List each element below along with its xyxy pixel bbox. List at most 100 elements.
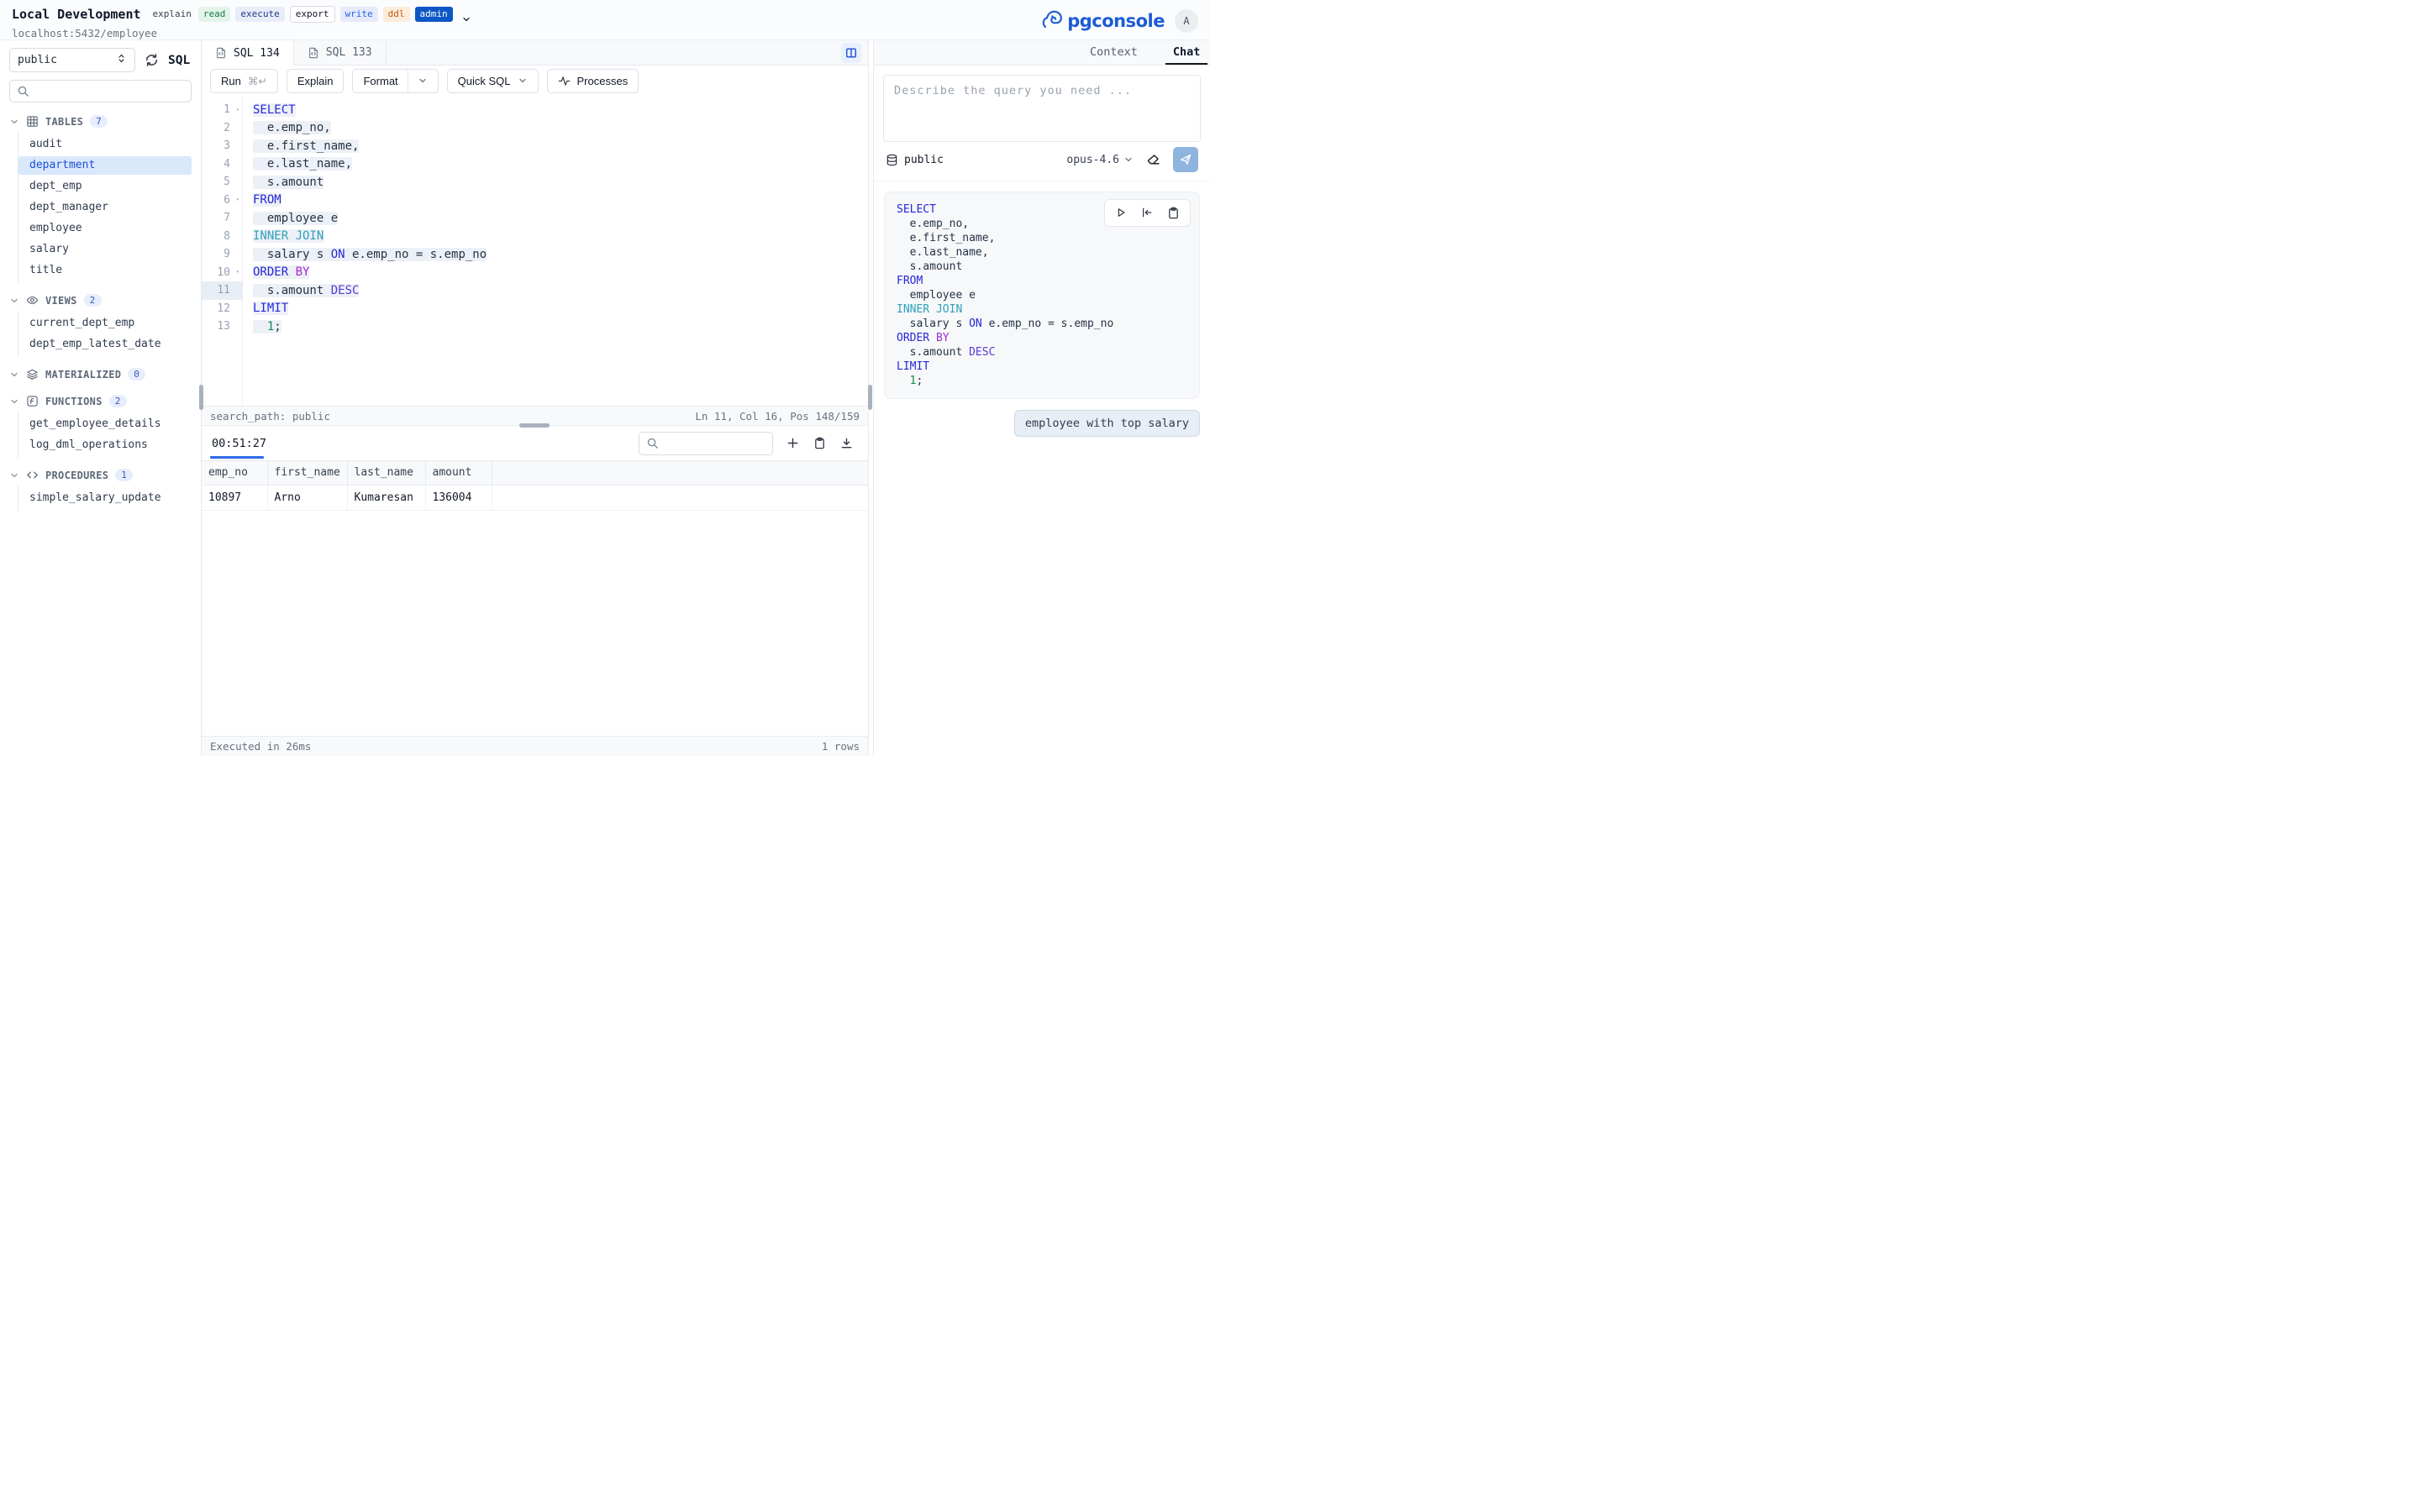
- code-icon: [26, 469, 39, 481]
- results-search[interactable]: [639, 432, 773, 455]
- tree-item-employee[interactable]: employee: [18, 219, 192, 238]
- tree-item-current_dept_emp[interactable]: current_dept_emp: [18, 314, 192, 333]
- cursor-position-status: Ln 11, Col 16, Pos 148/159: [695, 410, 860, 423]
- sql-token: LIMIT: [253, 302, 288, 315]
- run-button[interactable]: Run ⌘↵: [210, 69, 278, 93]
- clipboard-icon[interactable]: [813, 437, 826, 449]
- context-schema-chip[interactable]: public: [886, 154, 944, 166]
- sidebar-search-input[interactable]: [34, 85, 184, 97]
- editor-line[interactable]: 4 e.last_name,: [202, 155, 868, 174]
- assistant-code-line: 1;: [897, 374, 1187, 388]
- quick-sql-button[interactable]: Quick SQL: [447, 69, 539, 93]
- chevron-down-icon[interactable]: [9, 117, 19, 127]
- editor-line[interactable]: 1▾SELECT: [202, 101, 868, 119]
- editor-line[interactable]: 7 employee e: [202, 209, 868, 228]
- insert-to-editor-icon[interactable]: [1141, 207, 1153, 219]
- clear-chat-button[interactable]: [1146, 153, 1160, 167]
- sidebar-resize-handle[interactable]: [199, 385, 203, 410]
- column-header-last_name[interactable]: last_name: [347, 461, 425, 485]
- tree-item-salary[interactable]: salary: [18, 240, 192, 259]
- editor-line[interactable]: 9 salary s ON e.emp_no = s.emp_no: [202, 245, 868, 264]
- tree-item-dept_manager[interactable]: dept_manager: [18, 198, 192, 217]
- editor-line[interactable]: 10▾ORDER BY: [202, 264, 868, 282]
- tree-section-header[interactable]: TABLES7: [9, 112, 192, 131]
- chat-composer: public opus-4.6: [874, 66, 1210, 181]
- panel-resize-handle[interactable]: [868, 385, 872, 410]
- editor-tab-sql-134[interactable]: SQL 134: [202, 40, 294, 66]
- tree-section-header[interactable]: PROCEDURES1: [9, 465, 192, 485]
- line-code: employee e: [243, 212, 338, 225]
- section-label: VIEWS: [45, 295, 77, 307]
- table-cell[interactable]: 136004: [425, 485, 492, 510]
- processes-button[interactable]: Processes: [547, 69, 639, 93]
- tree-item-simple_salary_update[interactable]: simple_salary_update: [18, 489, 192, 507]
- section-label: FUNCTIONS: [45, 396, 103, 407]
- editor-line[interactable]: 8INNER JOIN: [202, 228, 868, 246]
- column-header-emp_no[interactable]: emp_no: [202, 461, 267, 485]
- assistant-tab-context[interactable]: Context: [1082, 40, 1145, 65]
- tree-section-header[interactable]: MATERIALIZED0: [9, 365, 192, 384]
- search-icon: [646, 437, 659, 449]
- send-button[interactable]: [1173, 147, 1198, 172]
- editor-line[interactable]: 5 s.amount: [202, 173, 868, 192]
- tree-item-audit[interactable]: audit: [18, 135, 192, 154]
- assistant-code-line: ORDER BY: [897, 331, 1187, 345]
- chevron-down-icon[interactable]: [9, 296, 19, 306]
- tree-item-dept_emp[interactable]: dept_emp: [18, 177, 192, 196]
- editor-line[interactable]: 6▾FROM: [202, 192, 868, 210]
- sql-mode-label[interactable]: SQL: [168, 54, 190, 67]
- avatar[interactable]: A: [1175, 9, 1198, 33]
- editor-tab-sql-133[interactable]: SQL 133: [294, 40, 387, 65]
- editor-line[interactable]: 13 1;: [202, 318, 868, 336]
- schema-select[interactable]: public: [9, 48, 135, 72]
- sql-token: e.emp_no,: [897, 218, 969, 230]
- column-header-first_name[interactable]: first_name: [267, 461, 347, 485]
- model-select[interactable]: opus-4.6: [1066, 154, 1134, 166]
- column-header-amount[interactable]: amount: [425, 461, 492, 485]
- results-resize-handle[interactable]: [519, 423, 550, 428]
- table-row[interactable]: 10897ArnoKumaresan136004: [202, 485, 868, 510]
- sql-statement-highlight: s.amount: [253, 176, 324, 189]
- tree-section-header[interactable]: VIEWS2: [9, 291, 192, 310]
- fold-marker-icon[interactable]: ▾: [236, 192, 239, 210]
- chevron-down-icon[interactable]: [9, 470, 19, 480]
- explain-button[interactable]: Explain: [287, 69, 345, 93]
- fold-marker-icon[interactable]: ▾: [236, 101, 239, 119]
- chevron-down-icon[interactable]: [418, 76, 428, 86]
- editor-line[interactable]: 2 e.emp_no,: [202, 119, 868, 138]
- editor-line[interactable]: 12LIMIT: [202, 300, 868, 318]
- add-icon[interactable]: [786, 437, 799, 449]
- tree-item-get_employee_details[interactable]: get_employee_details: [18, 415, 192, 433]
- editor-line[interactable]: 11 s.amount DESC: [202, 281, 868, 300]
- copy-icon[interactable]: [1167, 207, 1180, 219]
- chevron-down-icon[interactable]: [9, 396, 19, 407]
- run-query-icon[interactable]: [1115, 207, 1127, 219]
- tree-item-dept_emp_latest_date[interactable]: dept_emp_latest_date: [18, 335, 192, 354]
- run-label: Run: [221, 75, 241, 87]
- download-icon[interactable]: [840, 437, 853, 449]
- tree-section-header[interactable]: FUNCTIONS2: [9, 391, 192, 411]
- pgconsole-app: Local Development explainreadexecuteexpo…: [0, 0, 1210, 756]
- table-cell-filler: [492, 485, 868, 510]
- assistant-tab-chat[interactable]: Chat: [1165, 40, 1208, 65]
- sql-token: [288, 265, 295, 279]
- tree-section-materialized: MATERIALIZED0: [9, 365, 192, 384]
- sidebar-search[interactable]: [9, 80, 192, 102]
- format-button[interactable]: Format: [352, 69, 438, 93]
- table-cell[interactable]: 10897: [202, 485, 267, 510]
- chevron-down-icon[interactable]: [9, 370, 19, 380]
- fold-marker-icon[interactable]: ▾: [236, 264, 239, 282]
- chevron-down-icon[interactable]: [461, 12, 471, 28]
- table-cell[interactable]: Arno: [267, 485, 347, 510]
- tree-item-title[interactable]: title: [18, 261, 192, 280]
- table-cell[interactable]: Kumaresan: [347, 485, 425, 510]
- refresh-icon[interactable]: [145, 53, 159, 67]
- editor-line[interactable]: 3 e.first_name,: [202, 137, 868, 155]
- sql-editor[interactable]: 1▾SELECT2 e.emp_no,3 e.first_name,4 e.la…: [202, 96, 868, 406]
- tree-item-log_dml_operations[interactable]: log_dml_operations: [18, 436, 192, 454]
- chat-input[interactable]: [883, 75, 1201, 142]
- results-search-input[interactable]: [664, 437, 765, 449]
- split-view-button[interactable]: [841, 43, 861, 63]
- tree-item-department[interactable]: department: [18, 156, 192, 175]
- sql-statement-highlight: INNER JOIN: [253, 229, 324, 243]
